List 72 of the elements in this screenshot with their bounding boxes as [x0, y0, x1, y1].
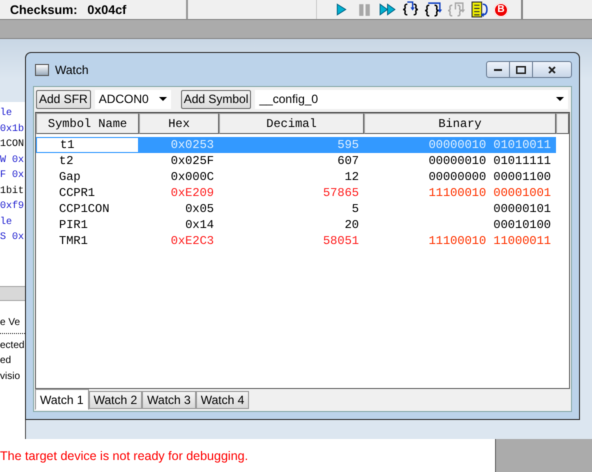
close-button[interactable] [532, 61, 572, 78]
output-line: ed [0, 354, 12, 368]
output-message: The target device is not ready for debugging. [0, 448, 250, 465]
maximize-icon [516, 66, 526, 74]
hex-cell-text: 0xE209 [170, 185, 215, 201]
minimize-button[interactable] [486, 61, 510, 78]
hex-cell-text: 0x05 [184, 201, 215, 217]
symbol-cell[interactable]: CCP1CON [36, 201, 139, 217]
code-line: F 0x [0, 169, 24, 183]
add-symbol-button[interactable]: Add Symbol [180, 90, 252, 108]
symbol-cell[interactable]: t1 [36, 137, 139, 153]
symbol-cell[interactable]: t2 [36, 153, 139, 169]
code-line: 0x1b [0, 122, 24, 136]
hex-cell-text: 0xE2C3 [170, 233, 215, 249]
column-header[interactable]: Decimal [219, 113, 364, 134]
hex-cell-text: 0x000C [170, 169, 215, 185]
column-header[interactable]: Binary [364, 113, 556, 134]
binary-cell-text: 00010100 [492, 217, 552, 233]
caret-icon [556, 96, 564, 102]
output-line: e Ve [0, 316, 20, 330]
column-header[interactable]: Hex [139, 113, 219, 134]
step-into-icon[interactable] [402, 1, 419, 18]
output-line: ected [0, 338, 24, 352]
window-icon [35, 64, 49, 76]
symbol-cell[interactable]: Gap [36, 169, 139, 185]
binary-cell-text: 00000000 00001100 [428, 169, 552, 185]
maximize-button[interactable] [509, 61, 533, 78]
symbol-cell[interactable]: CCPR1 [36, 185, 139, 201]
watch-tab[interactable]: Watch 3 [142, 391, 196, 409]
binary-cell-text: 00000101 [492, 201, 552, 217]
add-sfr-button[interactable]: Add SFR [36, 90, 91, 108]
step-over-icon[interactable] [425, 1, 442, 18]
binary-cell-text: 11100010 00001001 [428, 185, 552, 201]
page-arrow-icon[interactable] [471, 1, 488, 18]
hex-cell-text: 0x14 [184, 217, 215, 233]
decimal-cell-text: 57865 [322, 185, 360, 201]
hex-cell-text: 0x025F [170, 153, 215, 169]
code-line: 1bit [0, 184, 24, 198]
fast-forward-icon[interactable] [379, 1, 396, 18]
decimal-cell: 595 [219, 137, 364, 153]
header-filler [556, 113, 569, 134]
watch-tab[interactable]: Watch 4 [196, 391, 250, 409]
output-line: visio [0, 370, 20, 384]
decimal-cell-text: 12 [344, 169, 360, 185]
watch-tab[interactable]: Watch 2 [88, 391, 142, 409]
sfr-dropdown[interactable]: ADCON0 [94, 90, 171, 108]
caret-icon [158, 96, 167, 102]
decimal-cell-text: 607 [336, 153, 360, 169]
checksum-label: Checksum: [10, 2, 78, 16]
binary-cell-text: 11100010 11000011 [428, 233, 552, 249]
checksum-value: 0x04cf [87, 2, 126, 16]
symbol-cell[interactable]: PIR1 [36, 217, 139, 233]
code-line: W 0x [0, 154, 24, 168]
decimal-cell-text: 58051 [322, 233, 360, 249]
window-title: Watch [55, 62, 90, 76]
code-line: 1CON [0, 138, 24, 152]
code-line: S 0x [0, 231, 24, 245]
binary-cell: 00000010 01010011 [364, 137, 556, 153]
column-header[interactable]: Symbol Name [36, 113, 139, 134]
code-line: le [0, 106, 12, 121]
breakpoint-icon[interactable]: B [494, 2, 508, 16]
code-line: 0xf9 [0, 200, 24, 214]
symbol-dropdown[interactable]: __config_0 [255, 90, 568, 108]
code-line: le [0, 216, 12, 230]
close-icon [548, 66, 556, 74]
watch-tab[interactable]: Watch 1 [35, 389, 89, 410]
hex-cell: 0x0253 [139, 137, 219, 153]
decimal-cell-text: 20 [344, 217, 360, 233]
minimize-icon [494, 68, 502, 70]
decimal-cell-text: 5 [350, 201, 360, 217]
binary-cell-text: 00000010 01011111 [428, 153, 552, 169]
symbol-cell[interactable]: TMR1 [36, 233, 139, 249]
